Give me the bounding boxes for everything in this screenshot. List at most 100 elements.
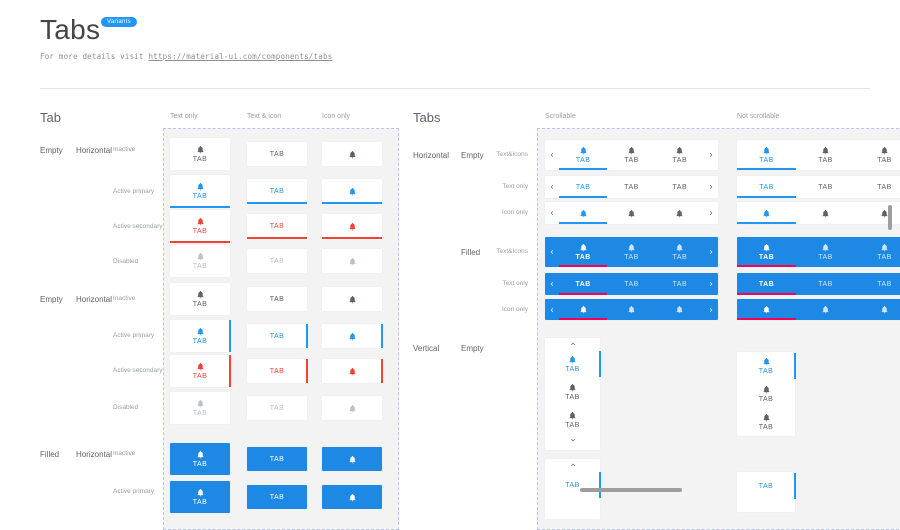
tab-item[interactable]: TAB [796, 273, 855, 295]
tab-item[interactable]: TAB [796, 140, 855, 170]
tab-cell[interactable]: TAB [247, 249, 307, 273]
chevron-left-icon[interactable] [545, 140, 559, 170]
tab-item[interactable] [796, 202, 855, 224]
tab-item[interactable] [656, 202, 704, 224]
tab-cell[interactable]: TAB [247, 359, 307, 383]
tabs-vertical-not-scrollable[interactable]: TAB [737, 472, 795, 512]
chevron-right-icon[interactable] [704, 237, 718, 267]
tab-item[interactable]: TAB [737, 237, 796, 267]
tab-cell[interactable]: TAB [170, 481, 230, 513]
tab-cell[interactable]: TAB [247, 179, 307, 203]
chevron-left-icon[interactable] [545, 176, 559, 198]
tab-cell[interactable]: TAB [247, 447, 307, 471]
tab-item[interactable] [607, 299, 655, 320]
tab-item[interactable]: TAB [545, 378, 600, 406]
tab-cell[interactable] [322, 324, 382, 348]
tab-cell[interactable] [322, 214, 382, 238]
tab-cell[interactable]: TAB [170, 245, 230, 277]
tab-cell[interactable]: TAB [170, 210, 230, 242]
chevron-up-icon[interactable] [545, 459, 600, 471]
tab-item[interactable] [737, 299, 796, 320]
tab-item[interactable]: TAB [737, 273, 796, 295]
tab-cell[interactable]: TAB [170, 355, 230, 387]
tab-item[interactable]: TAB [559, 237, 607, 267]
horizontal-scrollbar-thumb[interactable] [580, 488, 682, 492]
tab-cell[interactable] [322, 485, 382, 509]
tab-item[interactable]: TAB [656, 273, 704, 295]
tab-item[interactable]: TAB [737, 380, 795, 408]
tab-item[interactable]: TAB [737, 140, 796, 170]
tabs-bar-not-scrollable[interactable] [737, 202, 900, 224]
tabs-bar-scrollable[interactable] [545, 202, 718, 224]
tabs-bar-scrollable[interactable]: TABTABTAB [545, 176, 718, 198]
tab-item[interactable]: TAB [607, 273, 655, 295]
tab-item[interactable]: TAB [737, 176, 796, 198]
tab-item[interactable]: TAB [559, 176, 607, 198]
tab-item[interactable] [796, 299, 855, 320]
tab-item[interactable]: TAB [855, 176, 900, 198]
tab-item[interactable] [855, 299, 900, 320]
tabs-bar-not-scrollable[interactable]: TABTABTAB [737, 273, 900, 295]
tab-item[interactable]: TAB [545, 406, 600, 434]
chevron-left-icon[interactable] [545, 237, 559, 267]
docs-link[interactable]: https://material-ui.com/components/tabs [148, 52, 332, 61]
tab-cell[interactable]: TAB [247, 324, 307, 348]
chevron-left-icon[interactable] [545, 299, 559, 320]
chevron-right-icon[interactable] [704, 273, 718, 295]
tab-cell[interactable] [322, 249, 382, 273]
tab-cell[interactable]: TAB [247, 485, 307, 509]
tab-item[interactable]: TAB [656, 140, 704, 170]
tab-cell[interactable]: TAB [247, 142, 307, 166]
tab-cell[interactable]: TAB [247, 287, 307, 311]
chevron-right-icon[interactable] [704, 299, 718, 320]
tab-item[interactable]: TAB [559, 140, 607, 170]
tab-item[interactable]: TAB [559, 273, 607, 295]
tabs-bar-scrollable[interactable]: TABTABTAB [545, 140, 718, 170]
tab-item[interactable]: TAB [545, 471, 600, 499]
tab-item[interactable] [855, 202, 900, 224]
chevron-down-icon[interactable] [545, 434, 600, 446]
tab-cell[interactable] [322, 447, 382, 471]
tab-cell[interactable]: TAB [170, 138, 230, 170]
tab-cell[interactable] [322, 287, 382, 311]
tab-cell[interactable]: TAB [247, 214, 307, 238]
tabs-bar-not-scrollable[interactable]: TABTABTAB [737, 176, 900, 198]
tab-item[interactable] [559, 202, 607, 224]
chevron-right-icon[interactable] [704, 176, 718, 198]
tab-cell[interactable]: TAB [170, 283, 230, 315]
chevron-right-icon[interactable] [704, 202, 718, 224]
tabs-bar-scrollable[interactable]: TABTABTAB [545, 237, 718, 267]
tab-item[interactable]: TAB [737, 472, 795, 500]
tab-cell[interactable]: TAB [247, 396, 307, 420]
tab-item[interactable]: TAB [855, 140, 900, 170]
tab-item[interactable]: TAB [855, 237, 900, 267]
tab-item[interactable]: TAB [607, 140, 655, 170]
tab-item[interactable]: TAB [607, 176, 655, 198]
tab-item[interactable]: TAB [737, 352, 795, 380]
tab-item[interactable]: TAB [796, 176, 855, 198]
chevron-left-icon[interactable] [545, 273, 559, 295]
tab-item[interactable]: TAB [855, 273, 900, 295]
tab-cell[interactable]: TAB [170, 320, 230, 352]
tab-item[interactable] [737, 202, 796, 224]
tab-cell[interactable]: TAB [170, 392, 230, 424]
tabs-vertical-scrollable[interactable]: TABTABTAB [545, 338, 600, 450]
tab-cell[interactable] [322, 359, 382, 383]
tab-item[interactable]: TAB [656, 176, 704, 198]
tab-item[interactable]: TAB [796, 237, 855, 267]
vertical-scrollbar-thumb[interactable] [888, 205, 892, 230]
tab-item[interactable] [559, 299, 607, 320]
tabs-bar-not-scrollable[interactable]: TABTABTAB [737, 140, 900, 170]
tab-item[interactable] [656, 299, 704, 320]
tab-cell[interactable] [322, 396, 382, 420]
tab-item[interactable]: TAB [545, 350, 600, 378]
tabs-bar-scrollable[interactable]: TABTABTAB [545, 273, 718, 295]
chevron-right-icon[interactable] [704, 140, 718, 170]
tabs-vertical-not-scrollable[interactable]: TABTABTAB [737, 352, 795, 436]
tab-cell[interactable] [322, 142, 382, 166]
tab-item[interactable]: TAB [607, 237, 655, 267]
chevron-left-icon[interactable] [545, 202, 559, 224]
tabs-bar-not-scrollable[interactable] [737, 299, 900, 320]
tab-cell[interactable] [322, 179, 382, 203]
tab-item[interactable] [607, 202, 655, 224]
